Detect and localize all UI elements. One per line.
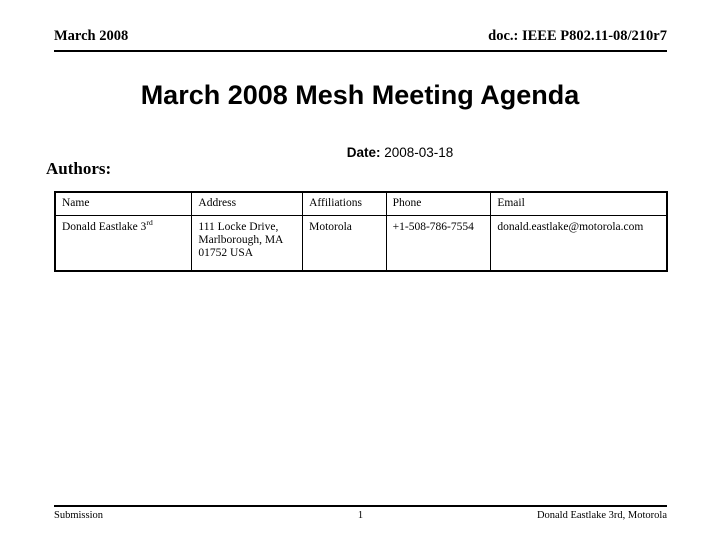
footer-right-text: Donald Eastlake 3rd, Motorola — [536, 510, 667, 521]
authors-label: Authors: — [46, 159, 112, 178]
author-name-ordinal: rd — [146, 218, 153, 228]
header-left-text: March 2008 — [54, 28, 129, 44]
column-header-email: Email — [490, 191, 668, 216]
header-document-number: doc.: IEEE P802.11-08/210r7 — [488, 28, 667, 44]
cell-author-email: donald.eastlake@motorola.com — [490, 215, 668, 272]
column-header-affiliations: Affiliations — [302, 191, 387, 216]
author-name-text: Donald Eastlake 3 — [62, 221, 147, 233]
address-line-2: Marlborough, MA — [198, 234, 284, 246]
slide-footer: Submission 1 Donald Eastlake 3rd, Motoro… — [54, 510, 667, 526]
date-label: Date: — [346, 145, 381, 160]
table-header-row: Name Address Affiliations Phone Email — [54, 191, 668, 216]
authors-table: Name Address Affiliations Phone Email Do… — [54, 191, 668, 272]
column-header-phone: Phone — [385, 191, 492, 216]
date-line: Date: 2008-03-18 — [190, 145, 610, 160]
cell-author-address: 111 Locke Drive, Marlborough, MA 01752 USA — [191, 215, 304, 272]
date-value: 2008-03-18 — [384, 145, 454, 160]
column-header-address: Address — [191, 191, 304, 216]
table-row: Donald Eastlake 3rd 111 Locke Drive, Marl… — [54, 215, 668, 272]
address-line-3: 01752 USA — [198, 247, 254, 259]
header-divider — [54, 50, 667, 52]
cell-author-phone: +1-508-786-7554 — [385, 215, 492, 272]
cell-author-name: Donald Eastlake 3rd — [54, 215, 193, 272]
column-header-name: Name — [54, 191, 193, 216]
footer-divider — [54, 505, 667, 507]
address-line-1: 111 Locke Drive, — [198, 221, 279, 233]
cell-author-affiliation: Motorola — [302, 215, 387, 272]
slide-header: March 2008 doc.: IEEE P802.11-08/210r7 — [54, 28, 667, 52]
page-title: March 2008 Mesh Meeting Agenda — [140, 80, 580, 110]
